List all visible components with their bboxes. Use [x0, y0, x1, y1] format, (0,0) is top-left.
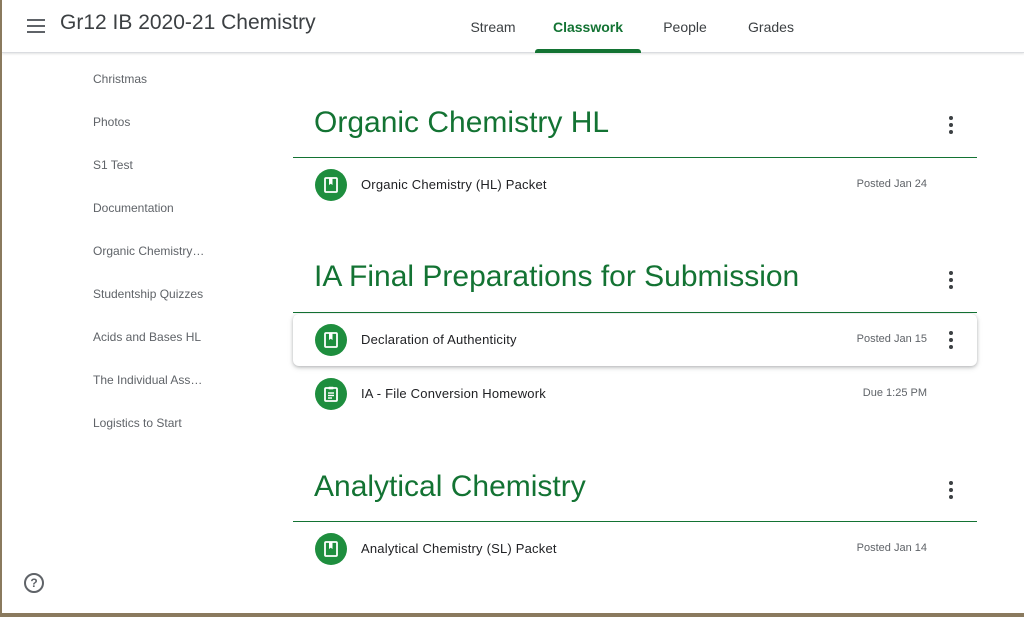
sidebar-topic-logistics[interactable]: Logistics to Start [93, 416, 218, 430]
classwork-item[interactable]: Organic Chemistry (HL) Packet Posted Jan… [293, 159, 977, 211]
item-due-date: Due 1:25 PM [862, 387, 927, 399]
tab-grades[interactable]: Grades [727, 0, 815, 53]
classwork-item[interactable]: Analytical Chemistry (SL) Packet Posted … [293, 523, 977, 575]
item-title: IA - File Conversion Homework [361, 386, 546, 401]
item-title: Organic Chemistry (HL) Packet [361, 177, 547, 192]
sidebar-topic-acids-bases[interactable]: Acids and Bases HL [93, 330, 218, 344]
sidebar-topic-christmas[interactable]: Christmas [93, 72, 218, 86]
item-more-icon[interactable] [943, 328, 959, 352]
header-bar: Gr12 IB 2020-21 Chemistry Stream Classwo… [2, 0, 1024, 53]
topic-divider [293, 312, 977, 313]
tab-stream[interactable]: Stream [454, 0, 532, 53]
class-title[interactable]: Gr12 IB 2020-21 Chemistry [60, 11, 316, 35]
classwork-item[interactable]: IA - File Conversion Homework Due 1:25 P… [293, 368, 977, 420]
item-posted-date: Posted Jan 15 [856, 333, 927, 345]
classwork-item[interactable]: Declaration of Authenticity Posted Jan 1… [293, 314, 977, 366]
material-icon [315, 324, 347, 356]
topic-divider [293, 157, 977, 158]
hamburger-menu-icon[interactable] [22, 12, 50, 40]
classroom-window: Gr12 IB 2020-21 Chemistry Stream Classwo… [2, 0, 1024, 613]
item-title: Declaration of Authenticity [361, 332, 517, 347]
sidebar-topic-photos[interactable]: Photos [93, 115, 218, 129]
topic-title-analytical-chemistry[interactable]: Analytical Chemistry [314, 470, 586, 504]
sidebar-topic-individual-assessment[interactable]: The Individual Assessment [93, 373, 204, 387]
sidebar-topic-s1-test[interactable]: S1 Test [93, 158, 218, 172]
sidebar-topic-studentship-quizzes[interactable]: Studentship Quizzes [93, 287, 218, 301]
item-posted-date: Posted Jan 14 [856, 542, 927, 554]
topic-title-ia-final-preparations[interactable]: IA Final Preparations for Submission [314, 260, 799, 294]
sidebar-topic-organic-chemistry[interactable]: Organic Chemistry (HL) [93, 244, 205, 258]
topic-more-icon[interactable] [943, 478, 959, 502]
item-title: Analytical Chemistry (SL) Packet [361, 541, 557, 556]
topic-title-organic-chemistry[interactable]: Organic Chemistry HL [314, 106, 609, 140]
tab-classwork[interactable]: Classwork [535, 0, 641, 53]
topic-more-icon[interactable] [943, 268, 959, 292]
material-icon [315, 533, 347, 565]
topic-sidebar: Christmas Photos S1 Test Documentation O… [2, 53, 262, 613]
sidebar-topic-documentation[interactable]: Documentation [93, 201, 218, 215]
material-icon [315, 169, 347, 201]
help-icon[interactable]: ? [24, 573, 44, 593]
item-posted-date: Posted Jan 24 [856, 178, 927, 190]
assignment-icon [315, 378, 347, 410]
topic-more-icon[interactable] [943, 113, 959, 137]
tab-bar: Stream Classwork People Grades [454, 0, 815, 53]
topic-divider [293, 521, 977, 522]
tab-people[interactable]: People [643, 0, 727, 53]
